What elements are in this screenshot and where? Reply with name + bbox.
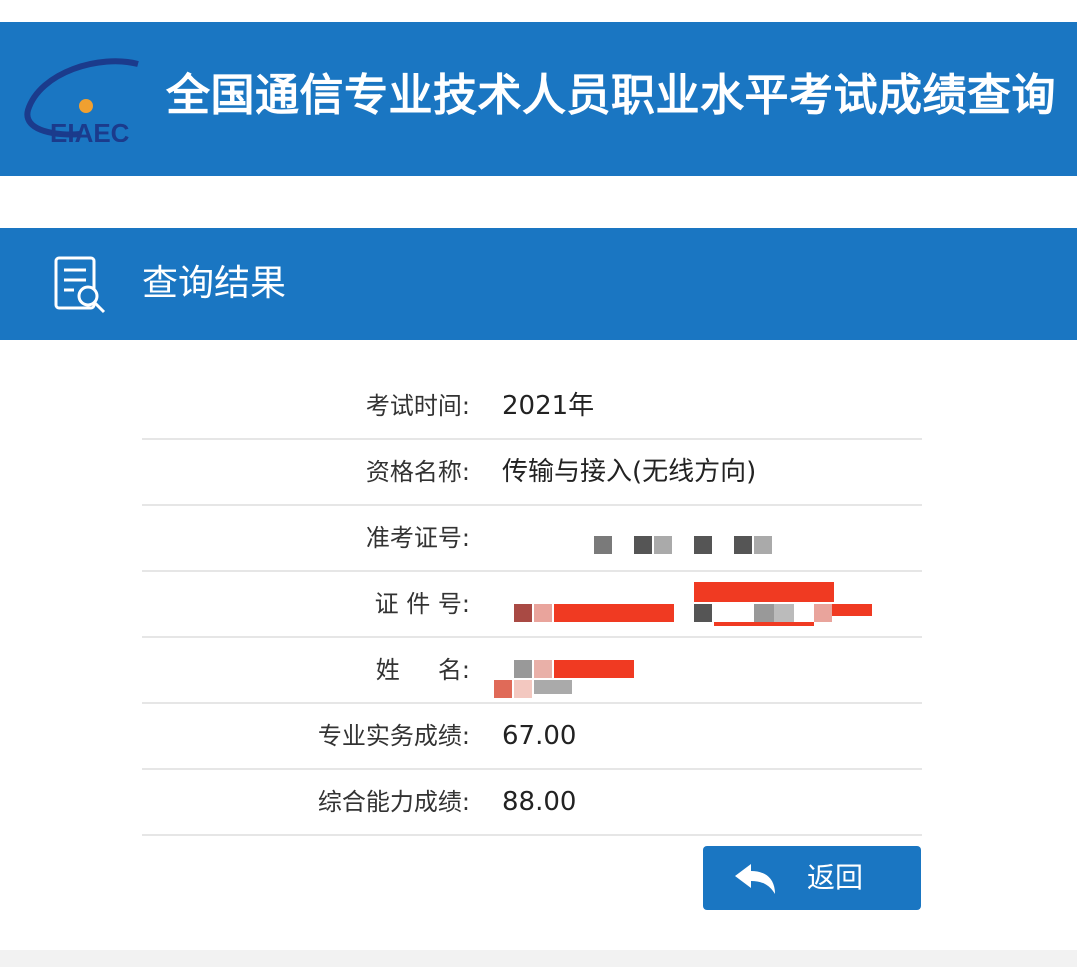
result-section-bar: 查询结果 — [0, 228, 1077, 340]
value-exam-time: 2021年 — [502, 391, 595, 421]
section-title: 查询结果 — [142, 263, 287, 304]
row-comprehensive-score: 综合能力成绩: 88.00 — [142, 770, 922, 836]
row-name: 姓 名: — [142, 638, 922, 704]
back-button[interactable]: 返回 — [703, 846, 921, 910]
value-qualification: 传输与接入(无线方向) — [502, 457, 757, 487]
row-practice-score: 专业实务成绩: 67.00 — [142, 704, 922, 770]
reply-arrow-icon — [735, 864, 775, 894]
logo-text: EIAEC — [50, 118, 130, 142]
label-id-number: 证 件 号: — [374, 590, 470, 618]
label-comprehensive-score: 综合能力成绩: — [317, 788, 470, 816]
value-comprehensive-score: 88.00 — [502, 787, 577, 817]
label-practice-score: 专业实务成绩: — [317, 722, 470, 750]
search-document-icon — [54, 256, 106, 314]
footer-strip — [0, 950, 1077, 967]
eiaec-logo: EIAEC — [24, 58, 139, 142]
result-table: 考试时间: 2021年 资格名称: 传输与接入(无线方向) 准考证号: 证 件 … — [142, 374, 922, 836]
row-qualification: 资格名称: 传输与接入(无线方向) — [142, 440, 922, 506]
site-header: EIAEC 全国通信专业技术人员职业水平考试成绩查询 — [0, 22, 1077, 176]
row-exam-time: 考试时间: 2021年 — [142, 374, 922, 440]
label-name: 姓 名: — [375, 656, 470, 684]
back-button-label: 返回 — [807, 861, 864, 894]
label-exam-time: 考试时间: — [365, 392, 470, 420]
site-title: 全国通信专业技术人员职业水平考试成绩查询 — [166, 70, 1056, 121]
row-id-number: 证 件 号: — [142, 572, 922, 638]
header-gap — [0, 176, 1077, 228]
row-admission-number: 准考证号: — [142, 506, 922, 572]
value-practice-score: 67.00 — [502, 721, 577, 751]
label-qualification: 资格名称: — [365, 458, 470, 486]
label-admission-number: 准考证号: — [365, 524, 470, 552]
